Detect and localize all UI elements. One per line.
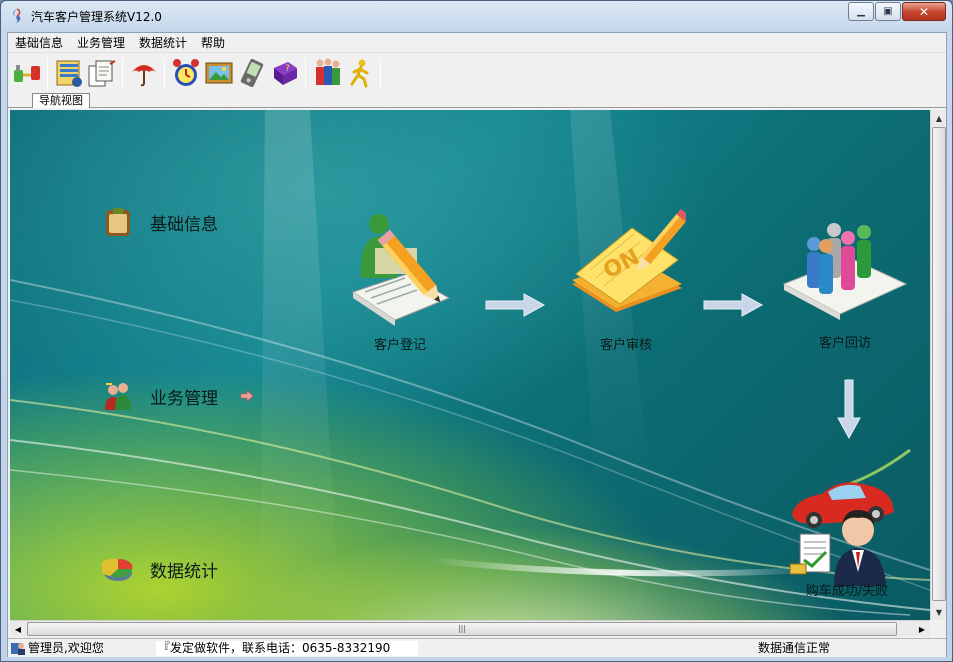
status-communication: 数据通信正常 [758, 641, 831, 655]
arrow-right-icon [240, 390, 254, 402]
menu-statistics[interactable]: 数据统计 [132, 33, 194, 52]
car-buyer-icon [789, 482, 894, 586]
vertical-scroll-thumb[interactable] [932, 127, 946, 601]
flow-arrow-1 [485, 293, 546, 317]
toolbar-handheld-button[interactable] [235, 55, 268, 91]
toolbar-umbrella-button[interactable] [127, 55, 160, 91]
app-window: 汽车客户管理系统V12.0 ▁ ▣ ✕ 基础信息 业务管理 数据统计 帮助 ? … [0, 0, 953, 662]
scroll-down-icon[interactable]: ▼ [931, 604, 947, 620]
flow-customer-review[interactable]: ON 客户审核 [566, 208, 686, 353]
status-contact: 『发定做软件，联系电话：0635-8332190 [156, 641, 418, 656]
status-bar: 管理员,欢迎您 『发定做软件，联系电话：0635-8332190 数据通信正常 [8, 638, 946, 657]
help-book-icon: ? [273, 62, 297, 85]
toolbar-folder-button[interactable] [52, 55, 85, 91]
toolbar-help-button[interactable]: ? [268, 55, 301, 91]
flow-customer-visit-label: 客户回访 [818, 336, 871, 351]
toolbar-picture-button[interactable] [202, 55, 235, 91]
nav-statistics[interactable]: 数据统计 [102, 553, 218, 585]
pie-chart-icon [102, 558, 133, 581]
tab-navigation-view[interactable]: 导航视图 [32, 93, 90, 108]
nav-business-label: 业务管理 [150, 388, 218, 409]
picture-frame-icon [205, 62, 232, 84]
scroll-up-icon[interactable]: ▲ [931, 110, 947, 126]
menu-help[interactable]: 帮助 [194, 33, 232, 52]
handheld-device-icon [240, 58, 263, 88]
client-area: 基础信息 业务管理 数据统计 帮助 ? 导航视图 基础信息 业务管理 数据统计 … [7, 32, 947, 657]
people-icon [105, 383, 131, 410]
menu-basic-info[interactable]: 基础信息 [8, 33, 70, 52]
umbrella-icon [131, 65, 156, 87]
flow-customer-register[interactable]: 客户登记 [345, 206, 455, 353]
title-bar[interactable]: 汽车客户管理系统V12.0 ▁ ▣ ✕ [1, 1, 952, 31]
nav-statistics-label: 数据统计 [150, 561, 218, 582]
flow-purchase-result[interactable]: 购车成功/失败 [782, 468, 912, 599]
close-button[interactable]: ✕ [902, 2, 946, 21]
toolbar-documents-button[interactable] [85, 55, 118, 91]
visit-icon [782, 223, 908, 320]
flow-arrow-2 [703, 293, 764, 317]
toolbar-exit-button[interactable] [343, 55, 376, 91]
toolbar: ? [8, 53, 946, 93]
toolbar-users-button[interactable] [310, 55, 343, 91]
tab-strip: 导航视图 [8, 93, 946, 108]
folder-icon [56, 60, 82, 87]
minimize-button[interactable]: ▁ [848, 2, 874, 21]
flow-purchase-result-label: 购车成功/失败 [805, 584, 889, 599]
documents-icon [88, 60, 116, 87]
status-user: 管理员,欢迎您 [10, 641, 104, 656]
nav-business[interactable]: 业务管理 [102, 380, 254, 412]
navigation-canvas: 基础信息 业务管理 数据统计 客户登记 ON 客户审核 客户回访 购车成功/失败 [10, 110, 930, 620]
clipboard-icon [106, 208, 130, 236]
menu-bar: 基础信息 业务管理 数据统计 帮助 [8, 33, 946, 53]
flow-customer-register-label: 客户登记 [373, 338, 426, 353]
maximize-icon: ▣ [883, 6, 893, 17]
user-status-icon [11, 643, 25, 655]
svg-text:?: ? [285, 64, 290, 74]
status-user-text: 管理员,欢迎您 [28, 641, 104, 655]
flow-arrow-3 [837, 379, 861, 440]
users-icon [315, 58, 340, 85]
running-man-icon [350, 59, 368, 88]
maximize-button[interactable]: ▣ [875, 2, 901, 21]
alarm-clock-icon [172, 59, 199, 86]
flow-customer-review-label: 客户审核 [599, 338, 652, 353]
toolbar-connect-button[interactable] [10, 55, 43, 91]
register-icon [351, 214, 451, 326]
horizontal-scroll-thumb[interactable]: ||| [27, 622, 897, 636]
toolbar-alarm-button[interactable] [169, 55, 202, 91]
nav-basic-info[interactable]: 基础信息 [102, 206, 218, 238]
window-title: 汽车客户管理系统V12.0 [31, 10, 162, 24]
app-logo-icon [13, 8, 21, 23]
scroll-left-icon[interactable]: ◀ [10, 621, 26, 637]
minimize-icon: ▁ [857, 6, 865, 17]
nav-basic-info-label: 基础信息 [150, 214, 218, 235]
connect-icon [13, 65, 40, 82]
vertical-scrollbar[interactable]: ▲ ▼ [930, 110, 946, 620]
close-icon: ✕ [918, 4, 930, 19]
scroll-right-icon[interactable]: ▶ [914, 621, 930, 637]
horizontal-scrollbar[interactable]: ◀ ||| ▶ [10, 620, 930, 636]
review-icon: ON [572, 208, 686, 312]
flow-customer-visit[interactable]: 客户回访 [780, 214, 910, 351]
menu-business[interactable]: 业务管理 [70, 33, 132, 52]
